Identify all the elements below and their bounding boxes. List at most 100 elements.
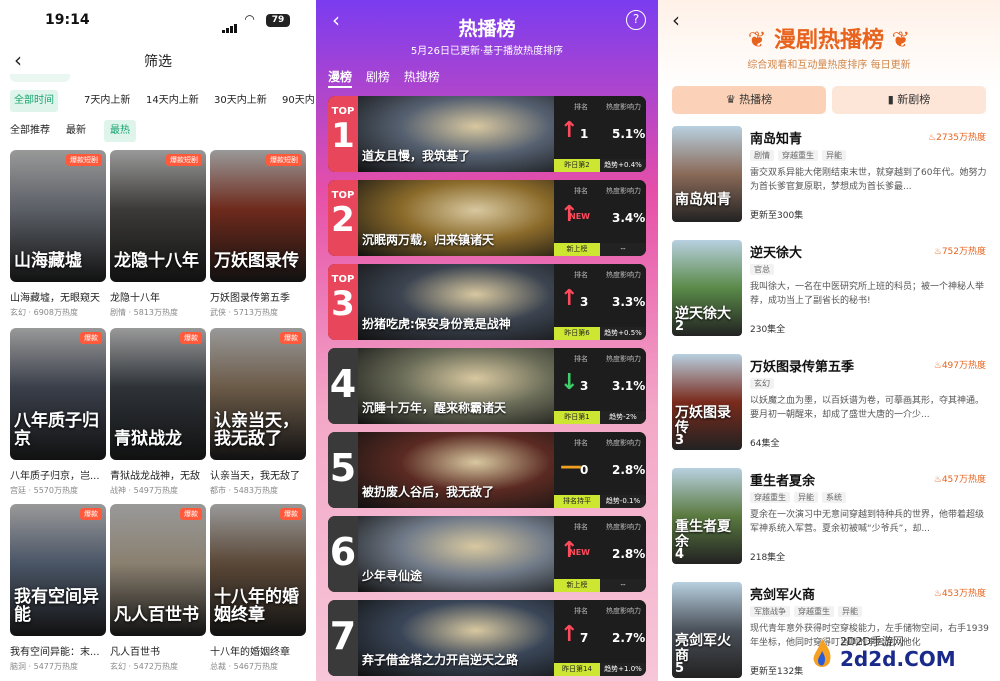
tab-newest[interactable]: 最新 [62, 120, 90, 142]
drama-list-item[interactable]: 南岛知青 南岛知青 ♨2735万热度 剧情 穿越重生 异能 雷交双系异能大佬刚结束末… [672, 126, 994, 240]
drama-poster[interactable]: 爆款 八年质子归京 [10, 328, 106, 460]
hot-badge: 爆款 [280, 508, 302, 520]
page-title: ❦ 漫剧热播榜 ❦ [747, 28, 911, 53]
trend-value: 趋势+1.0% [600, 663, 646, 676]
drama-card[interactable]: 爆款短剧 山海藏墟 山海藏墟，无眼窥天 玄幻 · 6908万热度 [10, 150, 106, 318]
hot-percent: 3.3% [612, 295, 646, 309]
signal-icon [222, 17, 240, 33]
drama-poster[interactable]: 爆款短剧 万妖图录传 [210, 150, 306, 282]
hot-percent: 2.7% [612, 631, 646, 645]
drama-cover[interactable]: 万妖图录传 3 [672, 354, 742, 450]
rank-number: 2 [331, 200, 355, 240]
ranking-row[interactable]: TOP 2 沉眠两万载，归来镇诸天 排名 热度影响力 ↑ NEW 3.4% 新上榜… [328, 180, 646, 256]
hot-count: ♨2735万热度 [928, 130, 986, 143]
drama-meta: 都市 · 5483万热度 [210, 486, 278, 495]
drama-cover[interactable]: 南岛知青 [672, 126, 742, 222]
yesterday-rank: 昨日第14 [554, 663, 600, 676]
help-icon[interactable]: ? [626, 10, 646, 30]
rank-number: 5 [329, 446, 357, 490]
tab-30-days[interactable]: 30天内上新 [210, 90, 271, 112]
drama-title: 亮剑军火商 [750, 588, 816, 603]
rank-footer: 新上榜 -- [554, 243, 646, 256]
page-title: 筛选 [144, 54, 172, 70]
tab-comic-chart[interactable]: 漫榜 [328, 70, 353, 88]
yesterday-rank: 排名持平 [554, 495, 600, 508]
hot-percent: 2.8% [612, 463, 646, 477]
drama-list-item[interactable]: 万妖图录传 3 万妖图录传第五季 ♨497万热度 玄幻 以妖魔之血为墨，以百妖谱… [672, 354, 994, 468]
drama-poster[interactable]: 爆款短剧 山海藏墟 [10, 150, 106, 282]
drama-title: 重生者夏余 [750, 474, 816, 489]
tab-hot-chart[interactable]: ♛ 热播榜 [672, 86, 826, 114]
tab-14-days[interactable]: 14天内上新 [142, 90, 203, 112]
poster-title: 凡人百世书 [114, 605, 199, 625]
watermark: 2D2D手游网 2d2d.COM [808, 631, 958, 677]
poster-title: 青狱战龙 [114, 429, 182, 449]
tab-all-recommend[interactable]: 全部推荐 [6, 120, 54, 142]
drama-poster[interactable]: 爆款 青狱战龙 [110, 328, 206, 460]
flame-logo-icon [813, 639, 831, 667]
drama-card[interactable]: 爆款 我有空间异能 我有空间异能：末... 脑洞 · 5477万热度 [10, 504, 106, 672]
drama-card[interactable]: 爆款 凡人百世书 凡人百世书 玄幻 · 5472万热度 [110, 504, 206, 672]
ranking-row[interactable]: 6 少年寻仙途 排名 热度影响力 ↑ NEW 2.8% 新上榜 -- [328, 516, 646, 592]
hot-badge: 爆款短剧 [166, 154, 202, 166]
tab-hottest[interactable]: 最热 [104, 120, 136, 142]
genre-tag: 穿越重生 [794, 606, 834, 617]
drama-card[interactable]: 爆款 认亲当天，我无敌了 认亲当天，我无敌了 都市 · 5483万热度 [210, 328, 306, 496]
sort-tabs: 全部推荐 最新 最热 [0, 120, 316, 142]
drama-list-item[interactable]: 重生者夏余 4 重生者夏余 ♨457万热度 穿越重生 异能 系统 夏余在一次演习中无… [672, 468, 994, 582]
cover-title: 亮剑军火商 [675, 633, 731, 664]
hot-percent: 3.4% [612, 211, 646, 225]
tab-90-days[interactable]: 90天内 [278, 90, 316, 112]
rank-change: 1 [580, 127, 589, 141]
poster-title: 认亲当天，我无敌了 [214, 411, 299, 449]
drama-card[interactable]: 爆款 青狱战龙 青狱战龙战神，无敌 战神 · 5497万热度 [110, 328, 206, 496]
trend-arrow-icon: ↓ [560, 370, 579, 395]
rank-change: 3 [580, 295, 589, 309]
episode-count: 更新至300集 [750, 211, 804, 221]
drama-card[interactable]: 爆款短剧 万妖图录传 万妖图录传第五季 武侠 · 5713万热度 [210, 150, 306, 318]
trend-value: -- [600, 243, 646, 256]
tab-new-label: 新剧榜 [897, 93, 931, 106]
drama-description: 我叫徐大，一名在中医研究所上班的科员；被一个神秘人举荐，成功当上了副省长的秘书! [750, 282, 985, 306]
hot-badge: 爆款 [280, 332, 302, 344]
drama-poster[interactable]: 爆款 凡人百世书 [110, 504, 206, 636]
genre-tags: 玄幻 [750, 378, 778, 389]
drama-poster[interactable]: 爆款 我有空间异能 [10, 504, 106, 636]
poster-title: 十八年的婚姻终章 [214, 587, 299, 625]
poster-title: 万妖图录传 [214, 251, 299, 271]
tab-drama-chart[interactable]: 剧榜 [366, 70, 390, 84]
ranking-row[interactable]: 5 被扔废人谷后，我无敌了 排名 热度影响力 — 0 2.8% 排名持平 趋势-… [328, 432, 646, 508]
rank-side: 5 [328, 432, 358, 508]
chart-tabs: 漫榜 剧榜 热搜榜 [328, 68, 450, 88]
drama-poster[interactable]: 爆款短剧 龙隐十八年 [110, 150, 206, 282]
drama-cover[interactable]: 亮剑军火商 5 [672, 582, 742, 678]
drama-poster[interactable]: 爆款 十八年的婚姻终章 [210, 504, 306, 636]
rank-side: TOP 2 [328, 180, 358, 256]
drama-name: 凡人百世书 [110, 647, 160, 658]
ranking-row[interactable]: TOP 3 扮猪吃虎:保安身份竟是战神 排名 热度影响力 ↑ 3 3.3% 昨日第… [328, 264, 646, 340]
drama-description: 雷交双系异能大佬刚结束末世，就穿越到了60年代。她努力为首长爹官复原职，梦想成为… [750, 168, 987, 192]
poster-title: 山海藏墟 [14, 251, 82, 271]
ranking-row[interactable]: 7 弃子借金塔之力开启逆天之路 排名 热度影响力 ↑ 7 2.7% 昨日第14 … [328, 600, 646, 676]
update-info: 5月26日已更新·基于播放热度排序 [410, 46, 564, 57]
tab-all-time[interactable]: 全部时间 [10, 90, 58, 112]
ranking-row[interactable]: TOP 1 道友且慢，我筑基了 排名 热度影响力 ↑ 1 5.1% 昨日第2 趋势… [328, 96, 646, 172]
tab-new-chart[interactable]: ▮ 新剧榜 [832, 86, 986, 114]
drama-title: 道友且慢，我筑基了 [362, 149, 471, 163]
drama-list-item[interactable]: 逆天徐大 2 逆天徐大 ♨752万热度 官总 我叫徐大，一名在中医研究所上班的科… [672, 240, 994, 354]
ranking-row[interactable]: 4 沉睡十万年，醒来称霸诸天 排名 热度影响力 ↓ 3 3.1% 昨日第1 趋势… [328, 348, 646, 424]
hot-col-header: 热度影响力 [606, 439, 641, 447]
trend-arrow-icon: ↑ [560, 118, 579, 143]
drama-card[interactable]: 爆款 十八年的婚姻终章 十八年的婚姻终章 总裁 · 5467万热度 [210, 504, 306, 672]
drama-poster[interactable]: 爆款 认亲当天，我无敌了 [210, 328, 306, 460]
drama-card[interactable]: 爆款短剧 龙隐十八年 龙隐十八年 剧情 · 5813万热度 [110, 150, 206, 318]
tab-7-days[interactable]: 7天内上新 [80, 90, 134, 112]
drama-card[interactable]: 爆款 八年质子归京 八年质子归京，岂... 宫廷 · 5570万热度 [10, 328, 106, 496]
drama-meta: 剧情 · 5813万热度 [110, 308, 178, 317]
drama-cover[interactable]: 重生者夏余 4 [672, 468, 742, 564]
rank-col-header: 排名 [574, 271, 588, 279]
tab-search-chart[interactable]: 热搜榜 [404, 70, 440, 84]
drama-cover[interactable]: 逆天徐大 2 [672, 240, 742, 336]
rank-stats: 排名 热度影响力 ↑ 1 5.1% 昨日第2 趋势+0.4% [554, 96, 646, 172]
rank-stats: 排名 热度影响力 — 0 2.8% 排名持平 趋势-0.1% [554, 432, 646, 508]
